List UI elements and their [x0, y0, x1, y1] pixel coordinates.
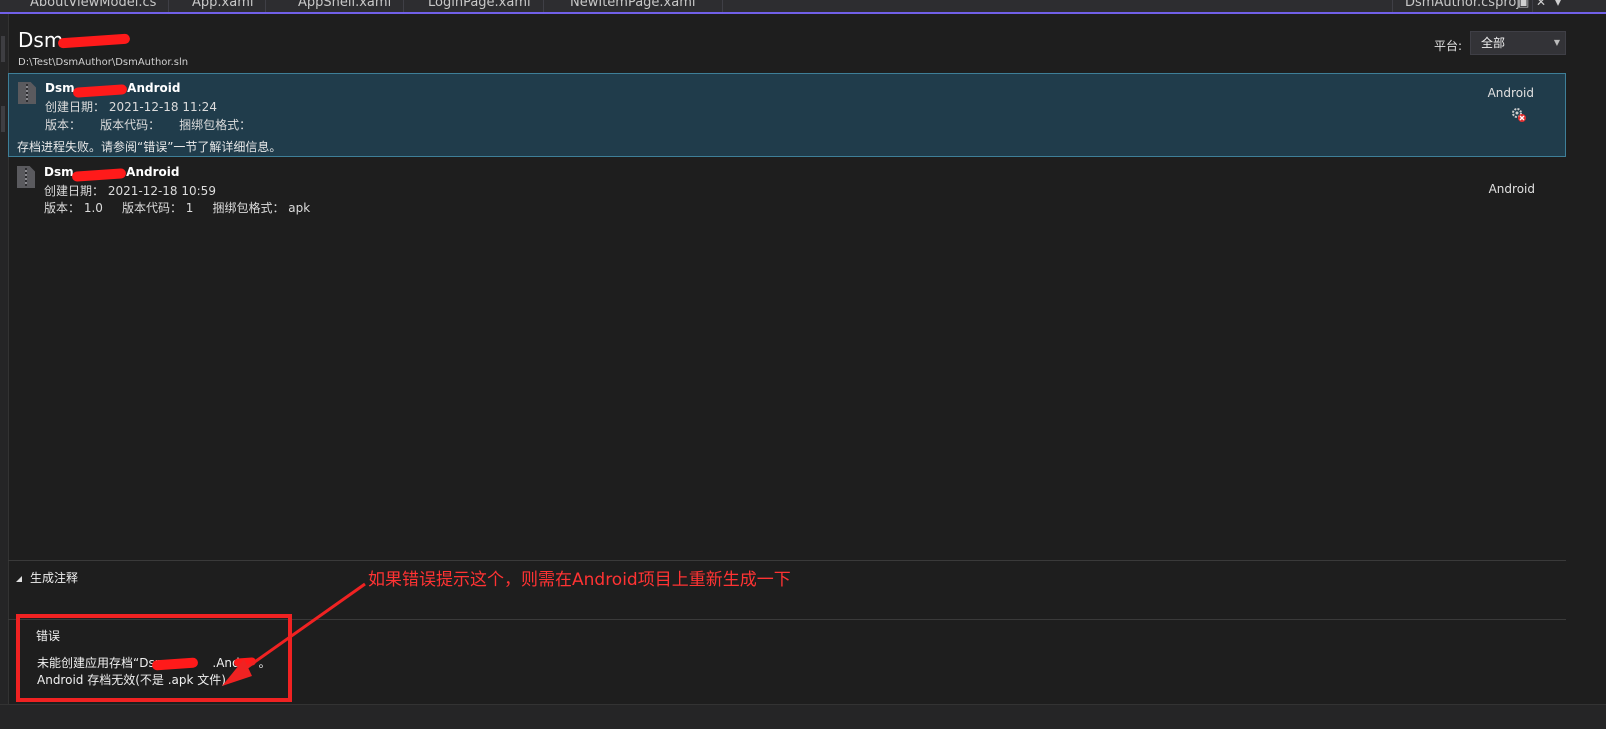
build-notes-label: 生成注释 — [30, 571, 79, 585]
section-divider — [8, 560, 1566, 561]
tab-newitempage-xaml[interactable]: NewItemPage.xaml — [558, 0, 723, 12]
tab-label: LoginPage.xaml — [428, 0, 531, 10]
tab-loginpage-xaml[interactable]: LoginPage.xaml — [416, 0, 544, 12]
tab-appshell-xaml[interactable]: AppShell.xaml — [286, 0, 405, 12]
archive-version-info: 版本： 1.0 版本代码： 1 捆绑包格式： apk — [44, 201, 311, 215]
archive-name-end: .Android — [122, 81, 181, 95]
archive-item[interactable]: Dsm .Android 创建日期： 2021-12-18 11:24 版本： 版… — [8, 73, 1566, 157]
archive-error-message: 存档进程失败。请参阅“错误”一节了解详细信息。 — [17, 140, 282, 154]
archive-file-icon — [18, 82, 36, 104]
document-tab-bar: AboutViewModel.cs App.xaml AppShell.xaml… — [0, 0, 1606, 14]
gutter-marker — [1, 106, 5, 132]
tab-label: AboutViewModel.cs — [30, 0, 157, 10]
title-text: Dsm — [18, 28, 64, 52]
tab-label: AppShell.xaml — [298, 0, 392, 10]
gutter-marker — [1, 36, 5, 62]
close-icon[interactable]: ✕ — [1536, 0, 1546, 9]
archive-name-start: Dsm — [44, 165, 74, 179]
build-notes-header[interactable]: 生成注释 — [16, 569, 78, 586]
chevron-down-icon: ▼ — [1553, 38, 1560, 47]
archive-version-info: 版本： 版本代码： 捆绑包格式： — [45, 118, 252, 132]
tab-menu-icon[interactable]: ▾ — [1555, 0, 1561, 9]
platform-dropdown[interactable]: 全部 ▼ — [1470, 31, 1566, 55]
tab-project-csproj[interactable]: DsmAuthor.csproj — [1392, 0, 1533, 12]
platform-selected-value: 全部 — [1481, 36, 1506, 50]
solution-path: D:\Test\DsmAuthor\DsmAuthor.sln — [18, 57, 189, 68]
archive-platform: Android — [1488, 182, 1535, 196]
platform-label: 平台: — [1434, 39, 1463, 53]
archive-file-icon — [17, 166, 35, 188]
annotation-highlight-box — [16, 614, 292, 702]
expand-triangle-icon — [16, 576, 22, 582]
build-error-gear-icon — [1512, 108, 1526, 122]
tab-aboutviewmodel[interactable]: AboutViewModel.cs — [18, 0, 170, 12]
annotation-text: 如果错误提示这个，则需在Android项目上重新生成一下 — [368, 570, 791, 590]
archive-created-date: 创建日期： 2021-12-18 10:59 — [44, 184, 216, 198]
archive-item[interactable]: Dsm .Android 创建日期： 2021-12-18 10:59 版本： 1… — [8, 158, 1566, 218]
bottom-strip — [0, 704, 1606, 729]
archive-name-end: .Android — [121, 165, 180, 179]
tab-label: App.xaml — [192, 0, 254, 10]
solution-title: Dsm — [18, 28, 63, 52]
tab-label: DsmAuthor.csproj — [1405, 0, 1520, 10]
pin-icon[interactable]: ▣ — [1518, 0, 1529, 9]
tab-app-xaml[interactable]: App.xaml — [180, 0, 267, 12]
tab-label: NewItemPage.xaml — [570, 0, 696, 10]
redaction-mark — [57, 33, 131, 49]
archive-name-start: Dsm — [45, 81, 75, 95]
archive-platform: Android — [1487, 86, 1534, 100]
archive-created-date: 创建日期： 2021-12-18 11:24 — [45, 100, 217, 114]
